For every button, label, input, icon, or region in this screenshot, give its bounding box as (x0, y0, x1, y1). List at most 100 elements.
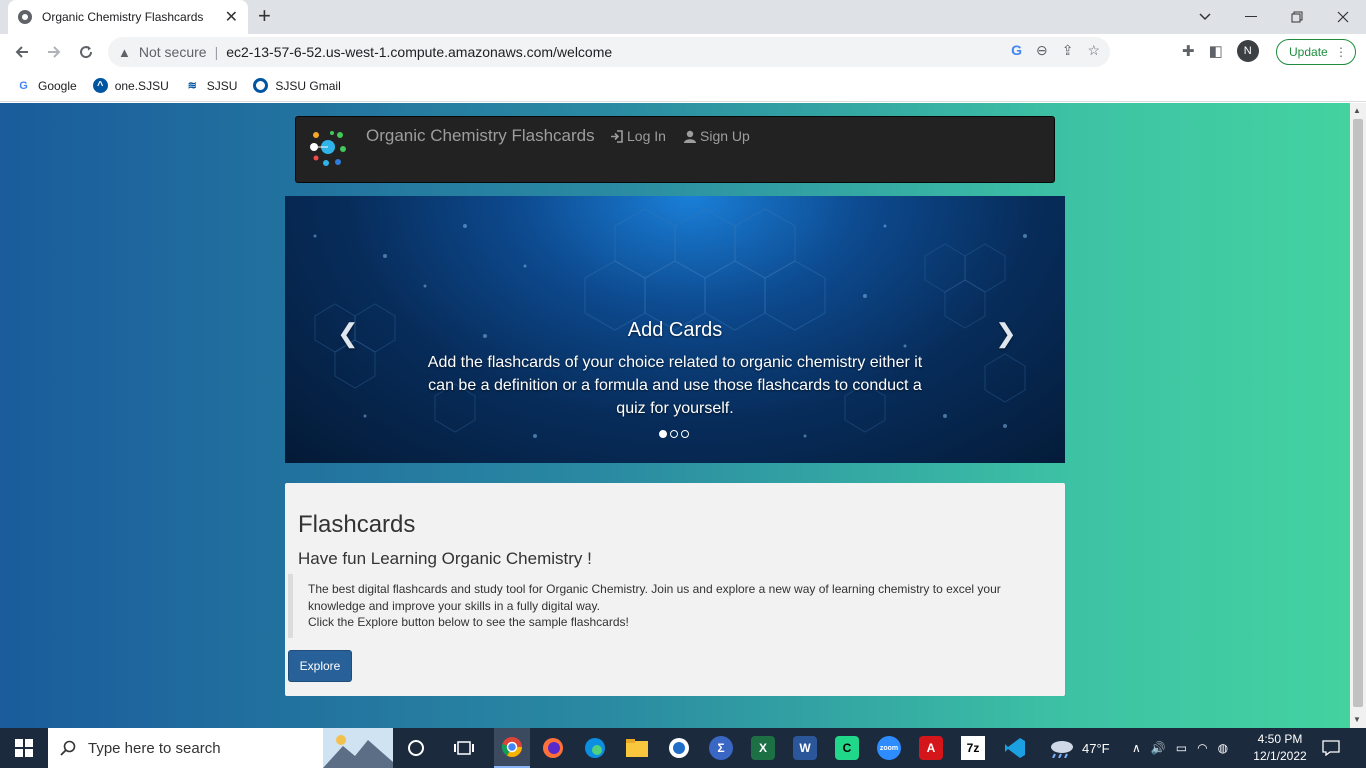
update-label: Update (1289, 45, 1328, 59)
page-scrollbar[interactable]: ▲ ▼ (1350, 103, 1366, 728)
chrome-taskbar-icon[interactable] (494, 728, 530, 768)
clock-time: 4:50 PM (1257, 732, 1303, 746)
firefox-icon[interactable] (541, 736, 565, 760)
menu-kebab-icon[interactable]: ⋮ (1335, 45, 1347, 59)
intro-paragraph: The best digital flashcards and study to… (308, 582, 1001, 613)
carousel-prev-icon[interactable]: ❮ (337, 318, 359, 349)
user-icon (684, 130, 696, 143)
vscode-icon[interactable] (1003, 736, 1027, 760)
task-view-icon[interactable] (452, 736, 476, 760)
forward-arrow-icon[interactable] (42, 40, 66, 64)
intro-blockquote: The best digital flashcards and study to… (288, 574, 1048, 638)
carousel-text: Add the flashcards of your choice relate… (427, 354, 923, 417)
google-icon: G (19, 79, 28, 92)
update-button[interactable]: Update ⋮ (1276, 39, 1356, 65)
close-window-icon[interactable] (1320, 0, 1366, 34)
bookmarks-bar: G Google ^ one.SJSU ≋ SJSU SJSU Gmail (0, 70, 1366, 102)
google-lens-icon[interactable]: G (1011, 42, 1022, 59)
carousel-indicator-3[interactable] (681, 430, 689, 438)
bookmark-label: SJSU (206, 78, 238, 93)
tab-search-icon[interactable] (1182, 0, 1228, 34)
search-placeholder: Type here to search (88, 739, 221, 757)
brand-title[interactable]: Organic Chemistry Flashcards (366, 126, 595, 146)
jetbrains-icon[interactable]: C (835, 736, 859, 760)
profile-avatar[interactable]: N (1236, 40, 1259, 62)
windows-taskbar: Type here to search Σ X W C zoom A 7z 47… (0, 728, 1366, 768)
taskbar-search-box[interactable]: Type here to search (48, 728, 393, 768)
app-icon[interactable] (667, 736, 691, 760)
bookmark-label: SJSU Gmail (275, 78, 341, 93)
scrollbar-thumb[interactable] (1353, 119, 1363, 707)
tab-title: Organic Chemistry Flashcards (42, 10, 204, 24)
file-explorer-icon[interactable] (625, 736, 649, 760)
volume-icon[interactable]: 🔊 (1151, 741, 1166, 755)
bookmark-google[interactable]: G Google (16, 78, 77, 93)
sjsu-icon: ≋ (187, 80, 197, 92)
signup-link[interactable]: Sign Up (684, 128, 750, 144)
zoom-icon[interactable]: zoom (877, 736, 901, 760)
search-highlight-image (323, 728, 393, 768)
7zip-icon[interactable]: 7z (961, 736, 985, 760)
url-text[interactable]: ec2-13-57-6-52.us-west-1.compute.amazona… (226, 44, 612, 60)
edge-icon[interactable] (583, 736, 607, 760)
wifi-icon[interactable]: ◠ (1197, 741, 1207, 755)
carousel-next-icon[interactable]: ❯ (995, 318, 1017, 349)
windows-start-icon[interactable] (0, 728, 48, 768)
zoom-icon[interactable]: ⊖ (1036, 42, 1048, 59)
login-label: Log In (627, 128, 666, 144)
tray-chevron-icon[interactable]: ∧ (1132, 741, 1141, 755)
molecule-logo-icon[interactable] (308, 129, 348, 169)
carousel-indicators (659, 430, 689, 438)
taskbar-clock[interactable]: 4:50 PM 12/1/2022 (1248, 731, 1312, 765)
sjsu-gmail-icon (253, 78, 269, 93)
page-title: Flashcards (298, 511, 416, 538)
explore-button[interactable]: Explore (288, 650, 352, 682)
system-tray: ∧ 🔊 ▭ ◠ ◍ (1132, 728, 1228, 768)
browser-tab-strip: Organic Chemistry Flashcards ✕ + (0, 0, 1366, 34)
bookmark-label: one.SJSU (114, 78, 169, 93)
page-subtitle: Have fun Learning Organic Chemistry ! (298, 549, 592, 568)
extensions-puzzle-icon[interactable]: ✚ (1182, 42, 1195, 60)
weather-widget[interactable]: 47°F (1048, 728, 1110, 768)
language-icon[interactable]: ◍ (1218, 741, 1228, 755)
scroll-down-icon[interactable]: ▼ (1353, 715, 1361, 724)
restore-icon[interactable] (1274, 0, 1320, 34)
acrobat-icon[interactable]: A (919, 736, 943, 760)
battery-icon[interactable]: ▭ (1176, 741, 1187, 755)
bookmark-onesjsu[interactable]: ^ one.SJSU (92, 78, 169, 93)
notifications-icon[interactable] (1322, 728, 1340, 768)
browser-tab[interactable]: Organic Chemistry Flashcards ✕ (8, 0, 248, 34)
new-tab-button[interactable]: + (258, 3, 271, 29)
reload-icon[interactable] (74, 40, 98, 64)
minimize-icon[interactable] (1228, 0, 1274, 34)
share-icon[interactable]: ⇪ (1062, 42, 1074, 59)
carousel-title: Add Cards (627, 319, 723, 341)
close-tab-icon[interactable]: ✕ (225, 7, 238, 27)
explore-hint: Click the Explore button below to see th… (308, 615, 629, 629)
scroll-up-icon[interactable]: ▲ (1353, 106, 1361, 115)
warning-icon[interactable]: ▲ (118, 45, 131, 60)
back-arrow-icon[interactable] (10, 40, 34, 64)
omnibox-icons: G ⊖ ⇪ ☆ (1011, 42, 1100, 59)
bookmark-label: Google (38, 78, 77, 93)
security-label[interactable]: Not secure (139, 44, 207, 60)
sigma-app-icon[interactable]: Σ (709, 736, 733, 760)
carousel-caption: Add Cards Add the flashcards of your cho… (425, 319, 925, 420)
word-icon[interactable]: W (793, 736, 817, 760)
side-panel-icon[interactable]: ◧ (1209, 42, 1223, 60)
carousel-indicator-2[interactable] (670, 430, 678, 438)
bookmark-star-icon[interactable]: ☆ (1087, 42, 1100, 59)
omnibox-divider: | (214, 44, 219, 60)
login-link[interactable]: Log In (610, 128, 666, 144)
site-navbar: Organic Chemistry Flashcards Log In Sign… (295, 116, 1055, 183)
bookmark-sjsu[interactable]: ≋ SJSU (185, 78, 238, 93)
carousel-indicator-1[interactable] (659, 430, 667, 438)
weather-temp: 47°F (1082, 740, 1110, 756)
excel-icon[interactable]: X (751, 736, 775, 760)
search-icon (60, 740, 76, 756)
globe-icon (18, 10, 32, 24)
url-field[interactable]: ▲ Not secure | ec2-13-57-6-52.us-west-1.… (108, 37, 1110, 67)
cloud-rain-icon (1051, 741, 1073, 758)
cortana-icon[interactable] (404, 736, 428, 760)
bookmark-sjsu-gmail[interactable]: SJSU Gmail (253, 78, 341, 93)
